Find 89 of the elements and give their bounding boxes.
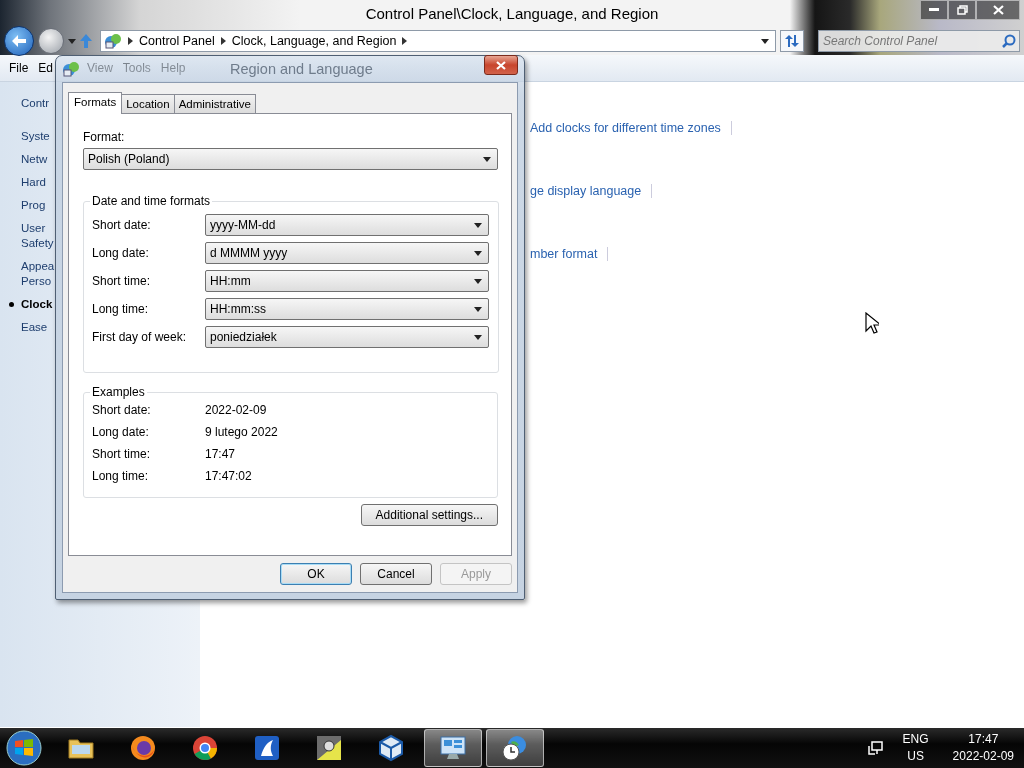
breadcrumb-item[interactable]: Clock, Language, and Region	[231, 34, 397, 48]
refresh-icon	[785, 35, 799, 47]
field-label: Long time:	[92, 302, 150, 316]
caret-icon	[474, 250, 482, 256]
menu-item[interactable]: File	[4, 61, 34, 75]
browser-icon	[191, 734, 219, 762]
group-title: Examples	[91, 385, 146, 399]
tab[interactable]: Administrative	[173, 94, 256, 113]
cube-icon	[377, 734, 405, 762]
caret-icon	[474, 278, 482, 284]
cursor-icon	[865, 312, 879, 334]
network-icon[interactable]	[866, 740, 883, 756]
sidebar-link[interactable]: Syste	[21, 129, 50, 144]
dialog-button[interactable]: Cancel	[360, 563, 432, 585]
sidebar-link[interactable]: Clock	[7, 297, 53, 312]
refresh-button[interactable]	[780, 30, 804, 52]
back-button[interactable]	[4, 26, 34, 56]
minimize-icon	[929, 8, 939, 12]
close-icon	[496, 60, 506, 70]
start-button[interactable]	[4, 729, 44, 767]
monitor-icon	[439, 734, 467, 762]
arrow-left-icon	[12, 35, 26, 47]
example-value: 17:47	[205, 447, 236, 461]
task-link[interactable]: mber format	[530, 247, 609, 261]
task-link[interactable]: ge display language	[530, 184, 653, 198]
restore-button[interactable]	[948, 0, 976, 20]
minimize-button[interactable]	[920, 0, 948, 20]
app-icon	[315, 734, 343, 762]
dropdown[interactable]: poniedziałek	[205, 326, 489, 348]
language-indicator[interactable]: ENG US	[902, 731, 929, 765]
dropdown[interactable]: d MMMM yyyy	[205, 242, 489, 264]
example-label: Long time:	[92, 469, 150, 483]
dialog-button[interactable]: OK	[280, 563, 352, 585]
sidebar-link[interactable]: Netw	[21, 152, 48, 167]
field-label: Short time:	[92, 274, 152, 288]
task-link[interactable]: Add clocks for different time zones	[530, 121, 732, 135]
control-panel-icon	[62, 61, 80, 77]
field-label: Short date:	[92, 218, 152, 232]
dialog-button: Apply	[440, 563, 512, 585]
sidebar-link[interactable]: Hard	[21, 175, 46, 190]
clock-icon	[501, 734, 529, 762]
example-value: 17:47:02	[205, 469, 252, 483]
caret-icon	[474, 334, 482, 340]
dialog-title: Region and Language	[230, 61, 374, 77]
caret-icon	[483, 156, 491, 162]
field-label: Format:	[83, 130, 126, 144]
chevron-icon	[128, 37, 133, 45]
browser-icon	[129, 734, 157, 762]
example-value: 2022-02-09	[205, 403, 267, 417]
restore-icon	[956, 5, 968, 15]
example-label: Short date:	[92, 403, 152, 417]
search-icon	[1002, 34, 1016, 48]
chevron-icon	[402, 37, 408, 45]
history-caret-icon	[68, 38, 76, 44]
field-label: First day of week:	[92, 330, 188, 344]
caret-icon	[474, 306, 482, 312]
window-title: Control Panel\Clock, Language, and Region	[365, 5, 659, 22]
caret-icon	[474, 222, 482, 228]
sidebar-link[interactable]: Appea Perso	[21, 259, 55, 289]
close-button[interactable]	[484, 55, 518, 75]
menu-item[interactable]: Ed	[33, 61, 59, 75]
taskbar-button[interactable]	[486, 729, 544, 767]
sidebar-link[interactable]: Ease	[21, 320, 48, 335]
sidebar-link[interactable]: Prog	[21, 198, 46, 213]
forward-button[interactable]	[38, 28, 64, 54]
app-icon	[253, 734, 281, 762]
search-field[interactable]: Search Control Panel	[818, 30, 1020, 52]
sidebar-link[interactable]: Contr	[21, 96, 50, 111]
field-label: Long date:	[92, 246, 150, 260]
dropdown[interactable]: yyyy-MM-dd	[205, 214, 489, 236]
close-icon	[992, 5, 1004, 15]
clock[interactable]: 17:47 2022-02-09	[952, 731, 1014, 765]
tab[interactable]: Location	[121, 94, 175, 113]
dropdown[interactable]: Polish (Poland)	[83, 148, 498, 170]
address-field[interactable]: Control Panel Clock, Language, and Region	[100, 30, 776, 52]
dropdown[interactable]: HH:mm	[205, 270, 489, 292]
example-label: Long date:	[92, 425, 150, 439]
chevron-icon	[220, 37, 226, 45]
additional-settings-button[interactable]: Additional settings...	[360, 504, 498, 526]
control-panel-icon	[104, 33, 122, 49]
group-title: Date and time formats	[91, 194, 212, 208]
taskbar-button[interactable]	[424, 729, 482, 767]
dropdown-caret-icon	[761, 38, 769, 44]
dropdown[interactable]: HH:mm:ss	[205, 298, 489, 320]
sidebar-link[interactable]: User Safety	[21, 221, 54, 251]
breadcrumb-item[interactable]: Control Panel	[139, 34, 215, 48]
tab[interactable]: Formats	[68, 92, 123, 114]
example-label: Short time:	[92, 447, 152, 461]
example-value: 9 lutego 2022	[205, 425, 278, 439]
